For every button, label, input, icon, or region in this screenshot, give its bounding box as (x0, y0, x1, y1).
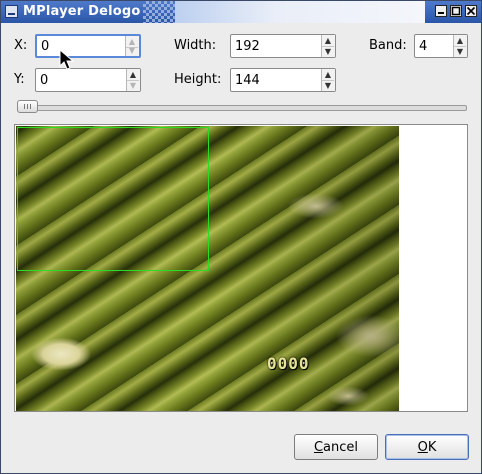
band-input[interactable] (416, 36, 455, 56)
ok-label-rest: K (427, 440, 437, 455)
cancel-mnemonic: C (313, 440, 324, 455)
width-label: Width: (174, 38, 217, 53)
close-icon (466, 6, 476, 16)
x-spin-arrows: ▲ ▼ (125, 36, 139, 56)
title-bar-fill (175, 1, 425, 23)
video-frame: 0000 (16, 126, 399, 411)
x-label: X: (14, 38, 28, 53)
height-spin-arrows: ▲ ▼ (321, 69, 335, 91)
position-slider-track[interactable] (17, 105, 467, 111)
maximize-icon (451, 6, 461, 16)
window-title: MPlayer Delogo (23, 4, 141, 19)
width-spin-arrows: ▲ ▼ (321, 35, 335, 57)
ok-mnemonic: O (417, 440, 428, 455)
logo-selection-rectangle[interactable] (17, 127, 209, 271)
height-spinbox[interactable]: ▲ ▼ (230, 68, 336, 92)
minimize-icon (438, 12, 444, 14)
close-button[interactable] (465, 5, 477, 17)
y-decrement-icon[interactable]: ▼ (127, 80, 139, 91)
y-spinbox[interactable]: ▲ ▼ (35, 68, 141, 92)
y-spin-arrows: ▲ ▼ (126, 69, 140, 91)
video-preview[interactable]: 0000 (14, 124, 468, 412)
width-spinbox[interactable]: ▲ ▼ (230, 34, 336, 58)
height-label: Height: (174, 72, 222, 87)
width-input[interactable] (232, 36, 323, 56)
band-decrement-icon[interactable]: ▼ (454, 46, 466, 57)
video-overlay-text: 0000 (267, 354, 310, 373)
window-menu-icon[interactable] (5, 5, 18, 18)
minimize-button[interactable] (435, 5, 447, 17)
title-bar-pattern (143, 1, 175, 23)
cancel-button[interactable]: Cancel (294, 434, 378, 460)
cancel-label-rest: ancel (323, 440, 359, 455)
maximize-button[interactable] (450, 5, 462, 17)
y-input[interactable] (37, 70, 128, 90)
band-label: Band: (369, 38, 407, 53)
y-label: Y: (14, 72, 25, 87)
width-decrement-icon[interactable]: ▼ (322, 46, 334, 57)
x-input[interactable] (38, 37, 127, 55)
mouse-pointer-icon (59, 49, 75, 70)
band-spin-arrows: ▲ ▼ (453, 35, 467, 57)
ok-button[interactable]: OK (385, 434, 469, 460)
height-input[interactable] (232, 70, 323, 90)
position-slider-handle[interactable] (17, 100, 38, 113)
x-decrement-icon[interactable]: ▼ (126, 45, 138, 56)
delogo-window: MPlayer Delogo X: ▲ ▼ Width: ▲ ▼ Band: (0, 0, 482, 474)
x-spinbox[interactable]: ▲ ▼ (35, 34, 141, 58)
title-bar[interactable]: MPlayer Delogo (1, 1, 481, 23)
height-decrement-icon[interactable]: ▼ (322, 80, 334, 91)
band-spinbox[interactable]: ▲ ▼ (414, 34, 468, 58)
